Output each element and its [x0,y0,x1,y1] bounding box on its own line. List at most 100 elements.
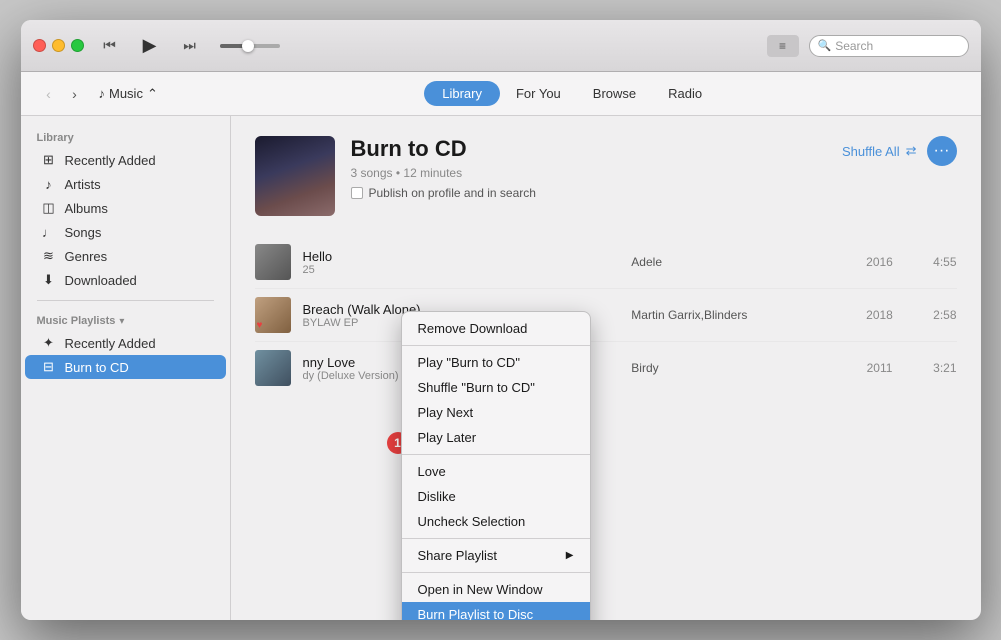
album-header: Burn to CD 3 songs • 12 minutes Publish … [255,136,957,216]
artists-icon: ♪ [41,176,57,192]
menu-separator-3 [402,538,590,539]
menu-item-play-later[interactable]: Play Later [402,425,590,450]
app-window: ⏮ ▶ ⏭ ≡ 🔍 Search ‹ › [21,20,981,620]
sidebar-item-downloaded[interactable]: ⬇ Downloaded [25,268,226,292]
playlists-label: Music Playlists [37,315,116,327]
table-row[interactable]: nny Love dy (Deluxe Version) Birdy 2011 … [255,342,957,394]
fast-forward-button[interactable]: ⏭ [176,36,204,56]
sidebar-item-genres[interactable]: ≋ Genres [25,244,226,268]
menu-item-burn-playlist[interactable]: Burn Playlist to Disc [402,602,590,620]
minimize-button[interactable] [52,39,65,52]
recently-added-icon: ⊞ [41,152,57,168]
tab-library[interactable]: Library [424,81,500,106]
shuffle-icon: ⇄ [906,143,917,159]
song-artist-2: Martin Garrix,Blinders [631,308,842,322]
tab-for-you[interactable]: For You [500,81,577,106]
song-duration-3: 3:21 [917,361,957,375]
more-options-button[interactable]: ··· [927,136,957,166]
song-info-1: Hello 25 [303,249,620,276]
album-art-image [255,136,335,216]
traffic-lights [33,39,84,52]
album-info: Burn to CD 3 songs • 12 minutes Publish … [351,136,827,200]
sidebar-label-artists: Artists [65,177,101,192]
sidebar-item-burn-to-cd[interactable]: ⊟ Burn to CD [25,355,226,379]
shuffle-all-button[interactable]: Shuffle All ⇄ [842,143,917,159]
song-artist-3: Birdy [631,361,842,375]
search-icon: 🔍 [818,39,832,52]
sidebar-divider-1 [37,300,214,301]
album-actions: Shuffle All ⇄ ··· [842,136,957,166]
song-year-2: 2018 [855,308,905,322]
sidebar-item-artists[interactable]: ♪ Artists [25,172,226,196]
recently-added-pl-icon: ✦ [41,335,57,351]
menu-item-dislike[interactable]: Dislike [402,484,590,509]
main-content: Library ⊞ Recently Added ♪ Artists ◫ Alb… [21,116,981,620]
volume-bar[interactable] [220,44,280,48]
song-name-1: Hello [303,249,620,264]
playlists-section-header[interactable]: Music Playlists ▾ [21,309,230,331]
library-section-header: Library [21,126,230,148]
sidebar-label-burn-to-cd: Burn to CD [65,360,129,375]
sidebar-item-recently-added[interactable]: ⊞ Recently Added [25,148,226,172]
sidebar-label-recently-added: Recently Added [65,153,156,168]
menu-item-remove-download[interactable]: Remove Download [402,316,590,341]
menu-label-open-new-window: Open in New Window [418,582,543,597]
close-button[interactable] [33,39,46,52]
music-selector-label: Music [109,86,143,101]
menu-label-dislike: Dislike [418,489,456,504]
genres-icon: ≋ [41,248,57,264]
tab-browse[interactable]: Browse [577,81,652,106]
nav-forward-button[interactable]: › [63,82,87,106]
sidebar: Library ⊞ Recently Added ♪ Artists ◫ Alb… [21,116,231,620]
playlists-arrow-icon: ▾ [119,316,124,327]
playback-controls: ⏮ ▶ ⏭ [96,30,204,62]
menu-separator-1 [402,345,590,346]
menu-item-play-next[interactable]: Play Next [402,400,590,425]
context-menu: Remove Download Play "Burn to CD" Shuffl… [401,311,591,620]
menu-item-uncheck-selection[interactable]: Uncheck Selection [402,509,590,534]
sidebar-item-songs[interactable]: ♩ Songs [25,220,226,244]
search-bar[interactable]: 🔍 Search [809,35,969,57]
album-title: Burn to CD [351,136,827,162]
song-art-2 [255,297,291,333]
song-artist-1: Adele [631,255,842,269]
volume-knob[interactable] [242,40,254,52]
search-placeholder: Search [835,39,873,53]
menu-label-uncheck-selection: Uncheck Selection [418,514,526,529]
tab-radio[interactable]: Radio [652,81,718,106]
menu-item-share-playlist[interactable]: Share Playlist ▶ [402,543,590,568]
table-row[interactable]: Breach (Walk Alone) BYLAW EP Martin Garr… [255,289,957,342]
sidebar-label-songs: Songs [65,225,102,240]
menu-item-love[interactable]: Love [402,459,590,484]
song-year-3: 2011 [855,361,905,375]
music-selector[interactable]: ♪ Music ⌃ [99,86,158,102]
menu-label-share-playlist: Share Playlist [418,548,497,563]
volume-control[interactable] [220,44,280,48]
badge-1-label: 1 [394,436,401,450]
sidebar-label-genres: Genres [65,249,108,264]
menu-item-shuffle-burn[interactable]: Shuffle "Burn to CD" [402,375,590,400]
sidebar-item-albums[interactable]: ◫ Albums [25,196,226,220]
play-button[interactable]: ▶ [134,30,166,62]
menu-separator-2 [402,454,590,455]
rewind-button[interactable]: ⏮ [96,36,124,56]
songs-table: Hello 25 Adele 2016 4:55 Breach (Walk Al… [255,236,957,394]
sidebar-item-recently-added-playlist[interactable]: ✦ Recently Added [25,331,226,355]
burn-to-cd-icon: ⊟ [41,359,57,375]
menu-label-shuffle-burn: Shuffle "Burn to CD" [418,380,535,395]
song-duration-2: 2:58 [917,308,957,322]
list-icon: ≡ [779,39,786,53]
menu-item-play-burn[interactable]: Play "Burn to CD" [402,350,590,375]
titlebar: ⏮ ▶ ⏭ ≡ 🔍 Search [21,20,981,72]
maximize-button[interactable] [71,39,84,52]
list-view-button[interactable]: ≡ [767,35,799,57]
music-note-icon: ♪ [99,86,106,101]
publish-checkbox-box[interactable] [351,187,363,199]
selector-chevron-icon: ⌃ [147,86,158,102]
publish-checkbox[interactable]: Publish on profile and in search [351,186,827,200]
downloaded-icon: ⬇ [41,272,57,288]
nav-back-button[interactable]: ‹ [37,82,61,106]
menu-item-open-new-window[interactable]: Open in New Window [402,577,590,602]
content-area: Burn to CD 3 songs • 12 minutes Publish … [231,116,981,620]
table-row[interactable]: Hello 25 Adele 2016 4:55 [255,236,957,289]
